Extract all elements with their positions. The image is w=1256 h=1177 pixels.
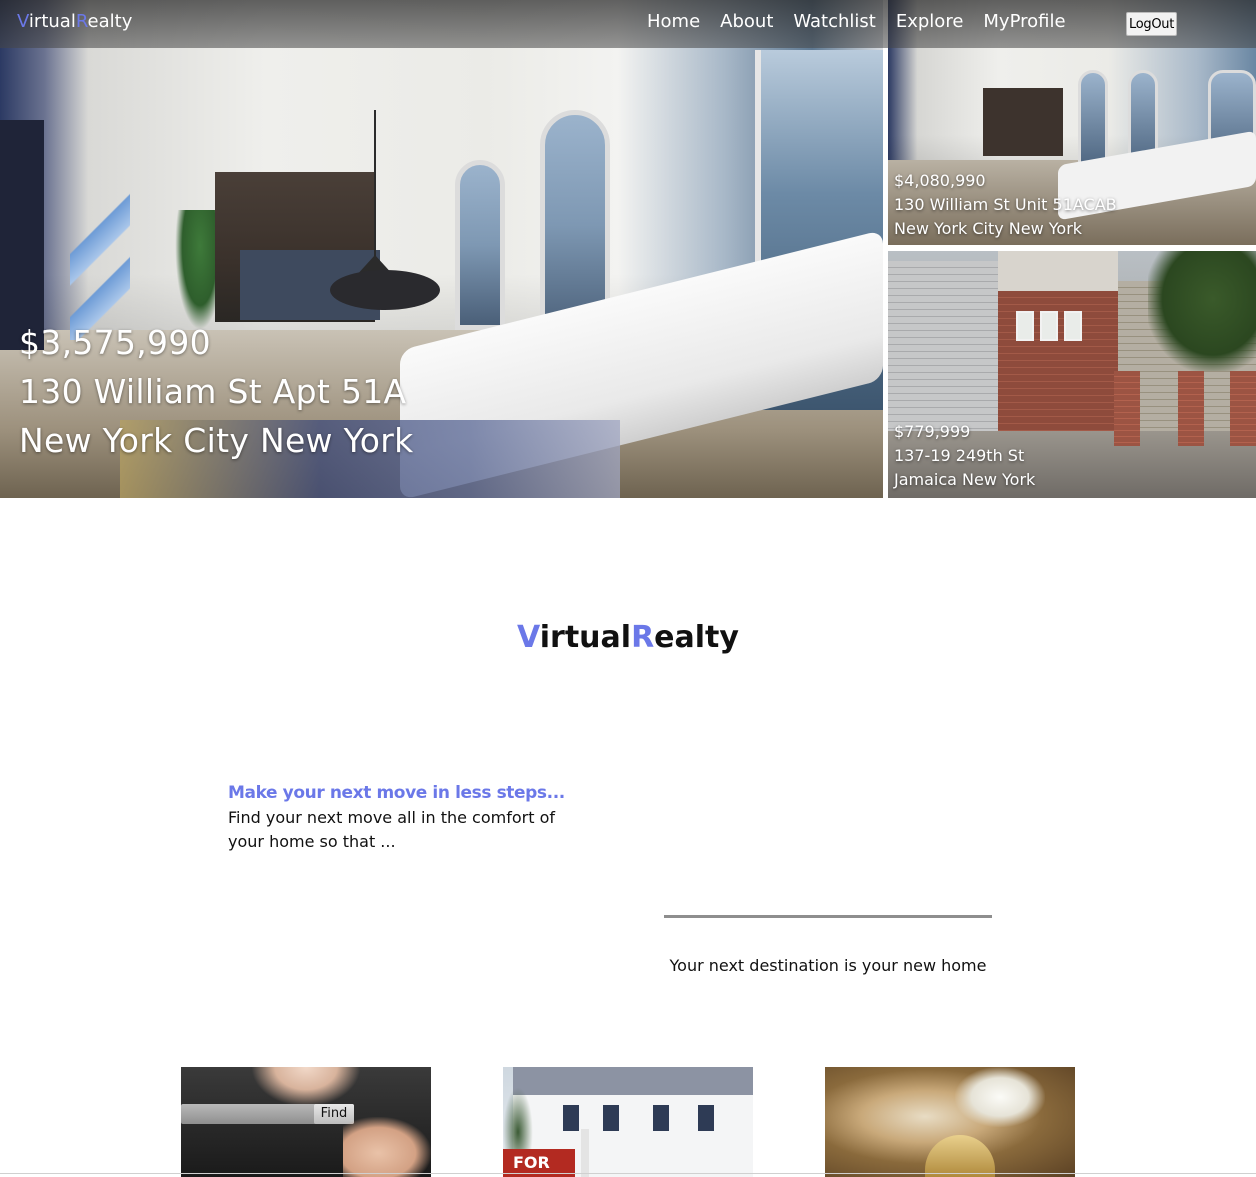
- feature-card-find[interactable]: Find: [181, 1067, 431, 1177]
- listing-2-photo-pillar: [1114, 371, 1140, 446]
- side-listing-1-address: 130 William St Unit 51ACAB: [894, 195, 1117, 214]
- hero-photo-artwork: [70, 190, 130, 340]
- featured-price: $3,575,990: [19, 323, 211, 362]
- find-photo-hand: [343, 1117, 431, 1177]
- house-photo-window: [563, 1105, 579, 1131]
- brand-text-ealty: ealty: [87, 11, 133, 32]
- side-listing-1-caption: $4,080,990 130 William St Unit 51ACAB Ne…: [894, 169, 1117, 241]
- hero-photo-lamp-cord: [374, 110, 376, 258]
- tagline-body: Find your next move all in the comfort o…: [228, 808, 555, 851]
- house-photo-roof: [513, 1067, 753, 1095]
- logo-text-ealty: ealty: [654, 620, 739, 655]
- house-photo-window: [698, 1105, 714, 1131]
- nav-link-home[interactable]: Home: [647, 11, 700, 32]
- listing-2-photo-pillar: [1230, 371, 1256, 446]
- logo-letter-v: V: [517, 620, 540, 655]
- top-navbar: VirtualRealty Home About Watchlist Explo…: [0, 0, 1256, 48]
- side-listing-2-price: $779,999: [894, 422, 971, 441]
- logo-letter-r: R: [631, 620, 655, 655]
- listing-2-photo-window: [1016, 311, 1034, 341]
- nav-link-watchlist[interactable]: Watchlist: [793, 11, 875, 32]
- side-listing-2[interactable]: $779,999 137-19 249th St Jamaica New Yor…: [888, 251, 1256, 498]
- destination-text: Your next destination is your new home: [669, 956, 987, 975]
- feature-card-house[interactable]: FOR: [503, 1067, 753, 1177]
- section-divider: [664, 915, 992, 918]
- nav-link-explore[interactable]: Explore: [896, 11, 964, 32]
- house-photo-sign-post: [581, 1129, 589, 1177]
- side-listing-2-city: Jamaica New York: [894, 470, 1036, 489]
- hero-photo-window: [455, 160, 505, 330]
- featured-listing-main[interactable]: $3,575,990 130 William St Apt 51A New Yo…: [0, 0, 883, 498]
- listing-2-photo-window: [1040, 311, 1058, 341]
- tagline-heading: Make your next move in less steps...: [228, 783, 565, 803]
- listing-1-photo-window: [1078, 70, 1108, 170]
- house-photo-window: [603, 1105, 619, 1131]
- listing-2-photo-window: [1064, 311, 1082, 341]
- listing-2-photo-pillar: [1178, 371, 1204, 446]
- hero-photo-table: [330, 270, 440, 310]
- side-listing-2-address: 137-19 249th St: [894, 446, 1025, 465]
- nav-link-about[interactable]: About: [720, 11, 773, 32]
- house-photo-window: [653, 1105, 669, 1131]
- side-listing-1-city: New York City New York: [894, 219, 1083, 238]
- hero-gallery: $3,575,990 130 William St Apt 51A New Yo…: [0, 0, 1256, 498]
- brand-text-irtual: irtual: [28, 11, 76, 32]
- find-photo-collar: [251, 1067, 361, 1107]
- center-logo: VirtualRealty: [0, 620, 1256, 655]
- hero-photo-tv: [0, 120, 44, 350]
- listing-1-photo-kitchen: [983, 88, 1063, 156]
- featured-address: 130 William St Apt 51A: [19, 372, 407, 411]
- listing-2-photo-tree: [1148, 251, 1256, 371]
- bottom-rule: [0, 1173, 1256, 1174]
- service-bell-icon: [925, 1135, 995, 1177]
- brand-letter-v: V: [17, 11, 29, 32]
- listing-2-photo-roof: [998, 251, 1118, 296]
- featured-city: New York City New York: [19, 421, 414, 460]
- nav-links: Home About Watchlist Explore MyProfile: [647, 11, 1066, 32]
- side-listing-1-price: $4,080,990: [894, 171, 986, 190]
- brand-letter-r: R: [75, 11, 88, 32]
- nav-link-myprofile[interactable]: MyProfile: [983, 11, 1065, 32]
- logout-button[interactable]: LogOut: [1126, 12, 1177, 36]
- brand-logo[interactable]: VirtualRealty: [17, 11, 132, 32]
- bell-photo-flower: [955, 1067, 1045, 1127]
- feature-card-bell[interactable]: [825, 1067, 1075, 1177]
- side-listing-2-caption: $779,999 137-19 249th St Jamaica New Yor…: [894, 420, 1035, 492]
- logo-text-irtual: irtual: [539, 620, 632, 655]
